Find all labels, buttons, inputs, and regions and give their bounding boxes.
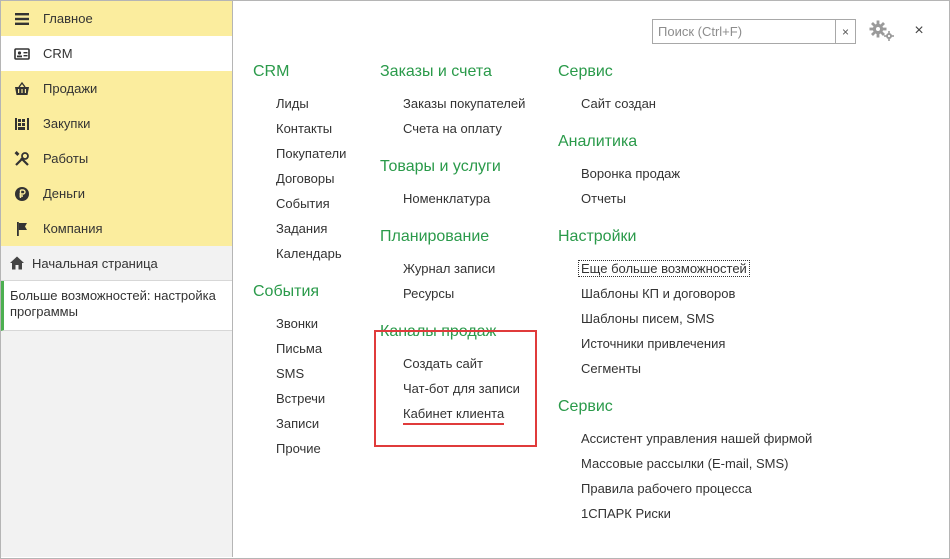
menu-link[interactable]: Записи [253, 411, 346, 436]
section-label: Главное [43, 11, 93, 26]
more-features-label: Еще больше возможностей [578, 260, 750, 277]
highlight-frame [374, 330, 537, 447]
section-purchases[interactable]: Закупки [1, 106, 232, 141]
ruble-coin-icon [13, 185, 31, 203]
menu-link[interactable]: Прочие [253, 436, 346, 461]
section-label: Компания [43, 221, 103, 236]
menu-link[interactable]: Сегменты [558, 356, 812, 381]
clear-search-button[interactable]: × [835, 20, 855, 43]
home-label: Начальная страница [32, 255, 158, 271]
group-title-products[interactable]: Товары и услуги [380, 156, 525, 178]
open-window-item[interactable]: Больше возможностей: настройка программы [1, 281, 232, 331]
menu-link[interactable]: SMS [253, 361, 346, 386]
section-crm[interactable]: CRM [1, 36, 232, 71]
section-company[interactable]: Компания [1, 211, 232, 246]
section-label: Работы [43, 151, 89, 166]
menu-link[interactable]: Источники привлечения [558, 331, 812, 356]
home-icon [9, 255, 25, 271]
settings-gear-icon[interactable] [868, 18, 896, 42]
menu-link[interactable]: Контакты [253, 116, 346, 141]
menu-link[interactable]: Сайт создан [558, 91, 812, 116]
group-title-service-2[interactable]: Сервис [558, 396, 812, 418]
section-sales[interactable]: Продажи [1, 71, 232, 106]
menu-link[interactable]: Покупатели [253, 141, 346, 166]
menu-link[interactable]: Номенклатура [380, 186, 525, 211]
home-page-link[interactable]: Начальная страница [1, 246, 232, 281]
menu-link[interactable]: Ресурсы [380, 281, 525, 306]
flag-icon [13, 220, 31, 238]
menu-link[interactable]: Отчеты [558, 186, 812, 211]
menu-link[interactable]: Письма [253, 336, 346, 361]
group-title-planning[interactable]: Планирование [380, 226, 525, 248]
tools-icon [13, 150, 31, 168]
group-title-events[interactable]: События [253, 281, 346, 303]
sidebar: Главное CRM Продажи Закупки Работы Деньг… [1, 1, 233, 557]
menu-link[interactable]: Шаблоны писем, SMS [558, 306, 812, 331]
menu-column-3: Сервис Сайт создан Аналитика Воронка про… [558, 61, 812, 526]
menu-link[interactable]: Договоры [253, 166, 346, 191]
menu-link[interactable]: Лиды [253, 91, 346, 116]
menu-link[interactable]: Журнал записи [380, 256, 525, 281]
menu-link[interactable]: Заказы покупателей [380, 91, 525, 116]
menu-link[interactable]: Встречи [253, 386, 346, 411]
section-main[interactable]: Главное [1, 1, 232, 36]
group-title-analytics[interactable]: Аналитика [558, 131, 812, 153]
menu-link[interactable]: События [253, 191, 346, 216]
menu-link[interactable]: Календарь [253, 241, 346, 266]
menu-link[interactable]: Звонки [253, 311, 346, 336]
menu-column-1: CRM Лиды Контакты Покупатели Договоры Со… [253, 61, 346, 461]
menu-link[interactable]: Шаблоны КП и договоров [558, 281, 812, 306]
main-panel: × × CRM Ли [234, 1, 948, 557]
menu-link[interactable]: 1СПАРК Риски [558, 501, 812, 526]
section-label: Деньги [43, 186, 85, 201]
open-window-label: Больше возможностей: настройка программы [10, 288, 216, 319]
section-label: Продажи [43, 81, 98, 96]
group-title-settings[interactable]: Настройки [558, 226, 812, 248]
section-label: CRM [43, 46, 73, 61]
group-title-service[interactable]: Сервис [558, 61, 812, 83]
search-box: × [652, 19, 856, 44]
section-money[interactable]: Деньги [1, 176, 232, 211]
warehouse-icon [13, 115, 31, 133]
menu-link-more-features[interactable]: Еще больше возможностей [558, 256, 812, 281]
menu-link[interactable]: Задания [253, 216, 346, 241]
close-panel-button[interactable]: × [910, 19, 928, 43]
menu-link[interactable]: Правила рабочего процесса [558, 476, 812, 501]
menu-link[interactable]: Счета на оплату [380, 116, 525, 141]
shopping-basket-icon [13, 80, 31, 98]
search-input[interactable] [653, 20, 835, 43]
section-label: Закупки [43, 116, 91, 131]
group-title-crm[interactable]: CRM [253, 61, 346, 83]
group-title-orders[interactable]: Заказы и счета [380, 61, 525, 83]
section-panel: Главное CRM Продажи Закупки Работы Деньг… [1, 1, 232, 246]
menu-link[interactable]: Воронка продаж [558, 161, 812, 186]
contact-card-icon [13, 45, 31, 63]
section-works[interactable]: Работы [1, 141, 232, 176]
hamburger-menu-icon [13, 10, 31, 28]
menu-link[interactable]: Массовые рассылки (E-mail, SMS) [558, 451, 812, 476]
menu-link[interactable]: Ассистент управления нашей фирмой [558, 426, 812, 451]
